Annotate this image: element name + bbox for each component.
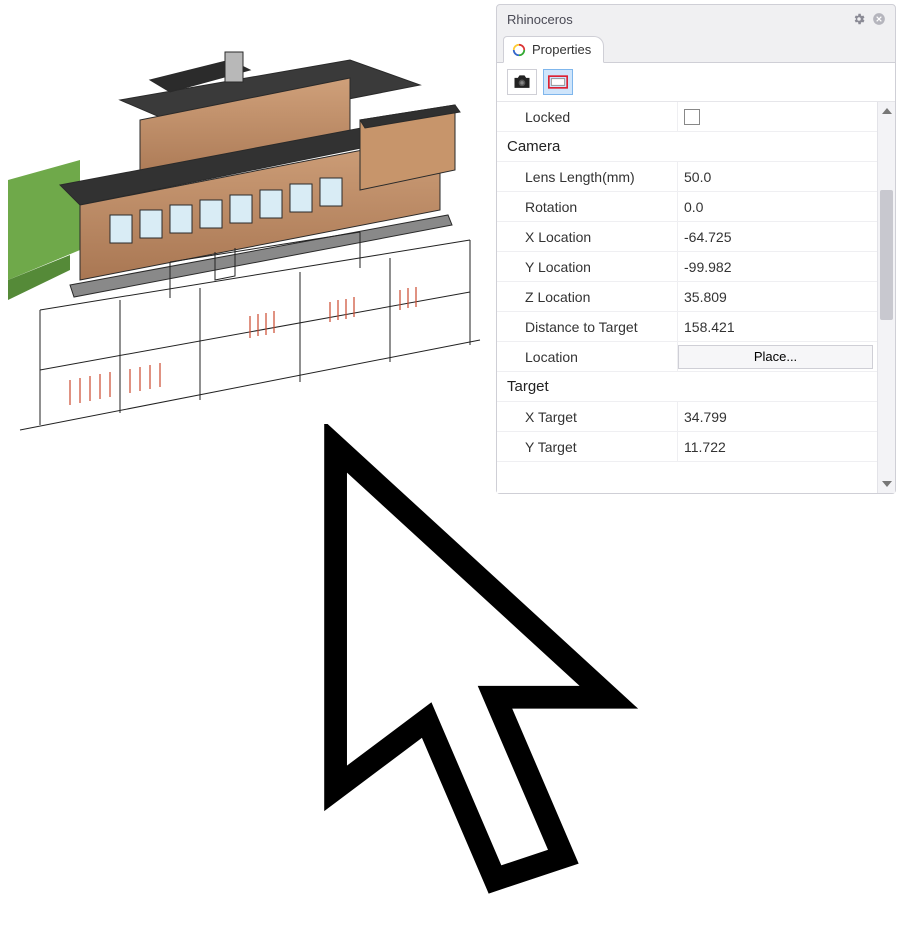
scroll-down-button[interactable] xyxy=(878,475,895,493)
properties-tab-icon xyxy=(512,43,526,57)
properties-scroll-area: Locked Camera Lens Length(mm) Rotation X… xyxy=(497,102,877,493)
rotation-input[interactable] xyxy=(684,199,877,215)
lens-length-label: Lens Length(mm) xyxy=(497,169,677,185)
distance-label: Distance to Target xyxy=(497,319,677,335)
properties-scrollbar[interactable] xyxy=(877,102,895,493)
panel-title: Rhinoceros xyxy=(503,12,849,27)
camera-mode-button[interactable] xyxy=(507,69,537,95)
location-label: Location xyxy=(497,349,677,365)
scroll-thumb[interactable] xyxy=(880,190,893,320)
row-x-target: X Target xyxy=(497,402,877,432)
place-button[interactable]: Place... xyxy=(678,345,873,369)
distance-input[interactable] xyxy=(684,319,877,335)
y-target-label: Y Target xyxy=(497,439,677,455)
section-target: Target xyxy=(497,372,877,402)
panel-tabstrip: Properties xyxy=(497,33,895,63)
z-location-input[interactable] xyxy=(684,289,877,305)
x-target-label: X Target xyxy=(497,409,677,425)
row-z-location: Z Location xyxy=(497,282,877,312)
panel-titlebar: Rhinoceros xyxy=(497,5,895,33)
properties-toolbar xyxy=(497,63,895,102)
gear-icon[interactable] xyxy=(849,9,869,29)
close-icon[interactable] xyxy=(869,9,889,29)
y-location-input[interactable] xyxy=(684,259,877,275)
x-target-input[interactable] xyxy=(684,409,877,425)
row-distance-to-target: Distance to Target xyxy=(497,312,877,342)
locked-label: Locked xyxy=(497,109,677,125)
y-location-label: Y Location xyxy=(497,259,677,275)
chevron-down-icon xyxy=(882,481,892,487)
viewport-drawing xyxy=(0,0,500,501)
row-lens-length: Lens Length(mm) xyxy=(497,162,877,192)
properties-body: Locked Camera Lens Length(mm) Rotation X… xyxy=(497,102,895,493)
row-location: Location Place... xyxy=(497,342,877,372)
x-location-label: X Location xyxy=(497,229,677,245)
row-locked: Locked xyxy=(497,102,877,132)
section-camera: Camera xyxy=(497,132,877,162)
z-location-label: Z Location xyxy=(497,289,677,305)
row-x-location: X Location xyxy=(497,222,877,252)
scroll-up-button[interactable] xyxy=(878,102,895,120)
chevron-up-icon xyxy=(882,108,892,114)
viewport-3d[interactable] xyxy=(0,0,500,501)
frame-icon xyxy=(548,75,568,89)
y-target-input[interactable] xyxy=(684,439,877,455)
row-rotation: Rotation xyxy=(497,192,877,222)
properties-panel: Rhinoceros Properties xyxy=(496,4,896,494)
locked-checkbox[interactable] xyxy=(684,109,700,125)
row-y-target: Y Target xyxy=(497,432,877,462)
tab-properties[interactable]: Properties xyxy=(503,36,604,63)
x-location-input[interactable] xyxy=(684,229,877,245)
lens-length-input[interactable] xyxy=(684,169,877,185)
frame-mode-button[interactable] xyxy=(543,69,573,95)
rotation-label: Rotation xyxy=(497,199,677,215)
tab-properties-label: Properties xyxy=(532,42,591,57)
row-y-location: Y Location xyxy=(497,252,877,282)
camera-icon xyxy=(512,74,532,90)
